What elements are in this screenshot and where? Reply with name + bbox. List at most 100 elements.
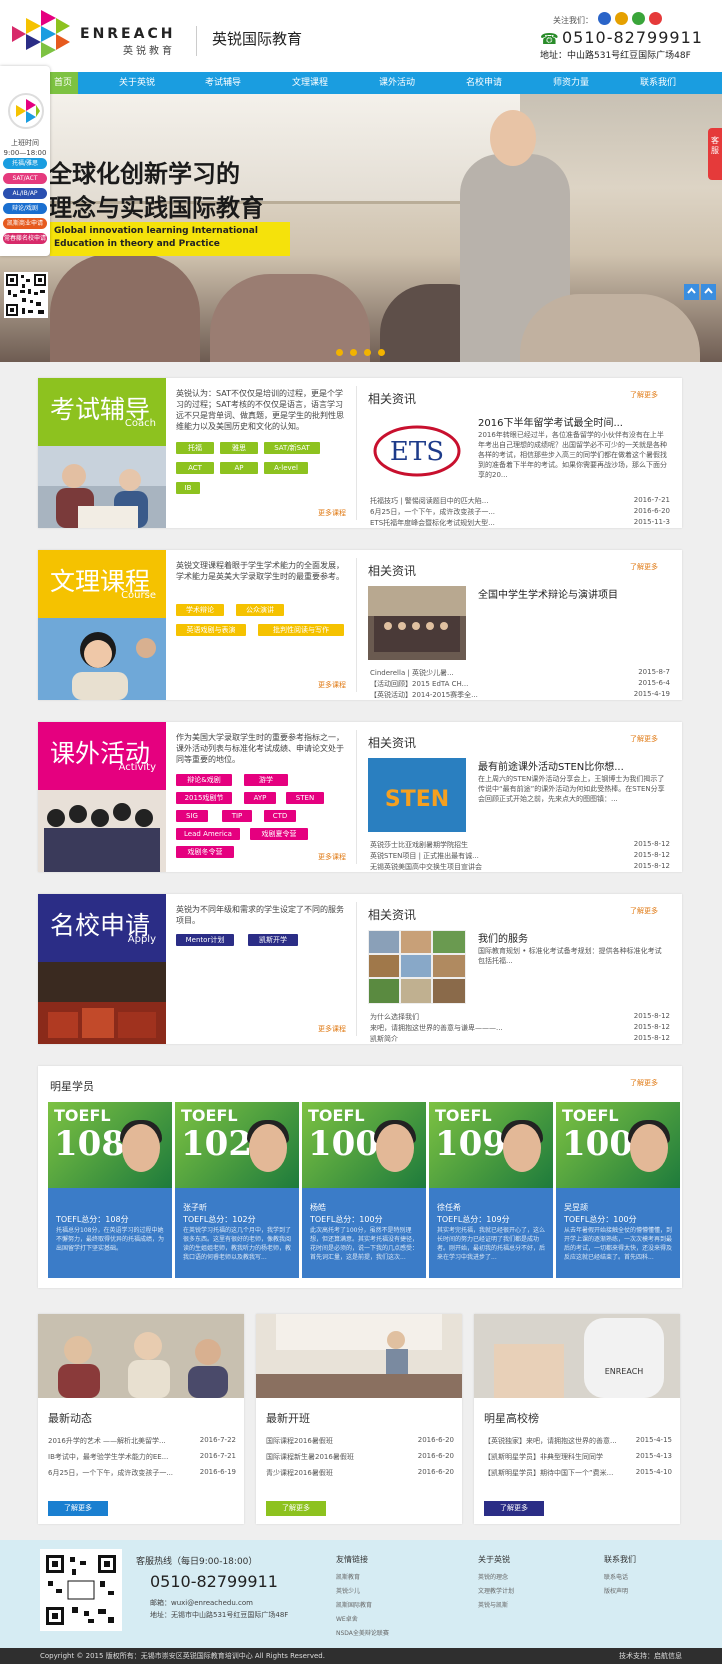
slide-dot[interactable] xyxy=(378,349,385,356)
pill-ivy[interactable]: 常春藤名校申请 xyxy=(3,233,47,244)
footer-link[interactable]: 版权声明 xyxy=(604,1585,636,1599)
footer-link[interactable]: 英锐与凯斯 xyxy=(478,1599,514,1613)
card-activity-banner[interactable]: 课外活动 Activity xyxy=(38,722,166,872)
qq-icon[interactable] xyxy=(598,12,611,25)
more-courses-link[interactable]: 更多课程 xyxy=(318,852,346,862)
enreach-logo[interactable] xyxy=(6,8,76,64)
hero-banner[interactable]: 全球化创新学习的 理念与实践国际教育 Global innovation lea… xyxy=(0,94,722,362)
card-course-banner[interactable]: 文理课程 Course xyxy=(38,550,166,700)
news-image[interactable] xyxy=(368,586,466,660)
student-card[interactable]: TOEFL 100 吴昱颉 TOEFL总分：100分 从去年暑假开始接触全仗的懵… xyxy=(556,1102,680,1278)
news-title[interactable]: 我们的服务 xyxy=(478,930,678,945)
tag-ap[interactable]: AP xyxy=(220,462,258,474)
news-list-item[interactable]: 青少课程2016暑假班 2016-6-20 xyxy=(266,1468,454,1478)
news-list-item[interactable]: 英锐莎士比亚戏剧暑期学院招生 2015-8-12 xyxy=(370,840,670,850)
campus-collage-image[interactable] xyxy=(368,930,466,1004)
student-card[interactable]: TOEFL 108 TOEFL总分：108分 托福总分108分，在英语学习的过程… xyxy=(48,1102,172,1278)
news-list-item[interactable]: 英锐STEN项目 | 正式推出最有诚... 2015-8-12 xyxy=(370,851,670,861)
tag-kaisi[interactable]: 凯斯开学 xyxy=(248,934,298,946)
pill-sat[interactable]: SAT/ACT xyxy=(3,173,47,184)
footer-link[interactable]: 凯斯国际教育 xyxy=(336,1599,389,1613)
news-list-item[interactable]: 托福技巧 | 警惕阅读题目中的匹大陷... 2016-7-21 xyxy=(370,496,670,506)
footer-link[interactable]: 英锐的理念 xyxy=(478,1571,514,1585)
news-list-item[interactable]: 为什么选择我们 2015-8-12 xyxy=(370,1012,670,1022)
news-list-item[interactable]: ETS托福年度峰会暨标化考试规划大型... 2015-11-3 xyxy=(370,518,670,528)
footer-email[interactable]: 邮箱：wuxi@enreachedu.com xyxy=(150,1598,253,1608)
box-photo[interactable]: ENREACH xyxy=(474,1314,680,1398)
pill-toefl[interactable]: 托福/雅思 xyxy=(3,158,47,169)
news-title[interactable]: 全国中学生学术辩论与演讲项目 xyxy=(478,586,678,601)
news-list-item[interactable]: 【英锐活动】2014-2015赛季全... 2015-4-19 xyxy=(370,690,670,700)
tag-mentor[interactable]: Mentor计划 xyxy=(176,934,234,946)
card-exam-banner[interactable]: 考试辅导 Coach xyxy=(38,378,166,528)
ets-logo-image[interactable]: ETS xyxy=(368,414,466,488)
slide-dot[interactable] xyxy=(364,349,371,356)
learn-more-link[interactable]: 了解更多 xyxy=(630,390,658,400)
customer-service-tab[interactable]: 客服 xyxy=(708,128,722,180)
nav-item-teachers[interactable]: 师资力量 xyxy=(531,72,611,94)
tag-winter-camp[interactable]: 戏剧冬令营 xyxy=(176,846,234,858)
tag-ib[interactable]: IB xyxy=(176,482,200,494)
tag-reading[interactable]: 批判性阅读与写作 xyxy=(258,624,344,636)
box-photo[interactable] xyxy=(38,1314,244,1398)
tag-speech[interactable]: 公众演讲 xyxy=(236,604,284,616)
footer-link[interactable]: 凯斯教育 xyxy=(336,1571,389,1585)
student-card[interactable]: TOEFL 102 张子昕 TOEFL总分：102分 在英锐学习托福的这几个月中… xyxy=(175,1102,299,1278)
footer-link[interactable]: NSDA全美辩论联赛 xyxy=(336,1627,389,1641)
pill-business[interactable]: 凯斯商业申请 xyxy=(3,218,47,229)
nav-item-contact[interactable]: 联系我们 xyxy=(618,72,698,94)
box-photo[interactable] xyxy=(256,1314,462,1398)
tag-sten[interactable]: STEN xyxy=(286,792,324,804)
news-list-item[interactable]: 来吧，请拥抱这世界的善意与谦卑———... 2015-8-12 xyxy=(370,1023,670,1033)
wechat-icon[interactable] xyxy=(632,12,645,25)
nav-item-course[interactable]: 文理课程 xyxy=(270,72,350,94)
slide-dot[interactable] xyxy=(350,349,357,356)
news-list-item[interactable]: 6月25日，一个下午，成许改变孩子一... 2016-6-20 xyxy=(370,507,670,517)
news-list-item[interactable]: 国际课程新生暑2016暑假班 2016-6-20 xyxy=(266,1452,454,1462)
news-list-item[interactable]: Cinderella | 英锐少儿暑... 2015-8-7 xyxy=(370,668,670,678)
footer-link[interactable]: 英锐少儿 xyxy=(336,1585,389,1599)
qzone-icon[interactable] xyxy=(615,12,628,25)
tag-sat[interactable]: SAT/新SAT xyxy=(264,442,320,454)
news-list-item[interactable]: 【英锐独家】来吧，请拥抱这世界的善意... 2015-4-15 xyxy=(484,1436,672,1446)
sten-image[interactable]: STEN xyxy=(368,758,466,832)
tag-debate-drama[interactable]: 辩论&戏剧 xyxy=(176,774,232,786)
tag-act[interactable]: ACT xyxy=(176,462,214,474)
weibo-icon[interactable] xyxy=(649,12,662,25)
footer-link[interactable]: WE卓舍 xyxy=(336,1613,389,1627)
pill-al[interactable]: AL/IB/AP xyxy=(3,188,47,199)
float-logo[interactable] xyxy=(8,93,44,129)
learn-more-button[interactable]: 了解更多 xyxy=(484,1501,544,1516)
learn-more-button[interactable]: 了解更多 xyxy=(48,1501,108,1516)
learn-more-link[interactable]: 了解更多 xyxy=(630,562,658,572)
tag-alevel[interactable]: A-level xyxy=(264,462,308,474)
learn-more-link[interactable]: 了解更多 xyxy=(630,734,658,744)
news-list-item[interactable]: 2016升学的艺术 ——解析北美留学... 2016-7-22 xyxy=(48,1436,236,1446)
slide-dot[interactable] xyxy=(336,349,343,356)
news-title[interactable]: 2016下半年留学考试最全时间... xyxy=(478,414,678,429)
news-list-item[interactable]: 【活动回顾】2015 EdTA CH... 2015-6-4 xyxy=(370,679,670,689)
learn-more-link[interactable]: 了解更多 xyxy=(630,1078,658,1088)
news-list-item[interactable]: 无锡英锐美国高中交换生项目宣讲会 2015-8-12 xyxy=(370,862,670,872)
tag-debate[interactable]: 学术辩论 xyxy=(176,604,224,616)
tag-ayp[interactable]: AYP xyxy=(244,792,276,804)
news-list-item[interactable]: IB考试中，最考验学生学术能力的EE... 2016-7-21 xyxy=(48,1452,236,1462)
tag-tip[interactable]: TIP xyxy=(222,810,252,822)
news-list-item[interactable]: 凯斯简介 2015-8-12 xyxy=(370,1034,670,1044)
news-list-item[interactable]: 6月25日，一个下午，成许改变孩子一... 2016-6-19 xyxy=(48,1468,236,1478)
tag-summer-camp[interactable]: 戏剧夏令营 xyxy=(250,828,308,840)
more-courses-link[interactable]: 更多课程 xyxy=(318,1024,346,1034)
back-to-top-icon[interactable] xyxy=(684,284,716,300)
news-list-item[interactable]: 国际课程2016暑假班 2016-6-20 xyxy=(266,1436,454,1446)
learn-more-button[interactable]: 了解更多 xyxy=(266,1501,326,1516)
more-courses-link[interactable]: 更多课程 xyxy=(318,680,346,690)
news-title[interactable]: 最有前途课外活动STEN比你想... xyxy=(478,758,678,773)
nav-item-activity[interactable]: 课外活动 xyxy=(357,72,437,94)
nav-item-home[interactable]: 首页 xyxy=(48,72,78,94)
tag-study-tour[interactable]: 游学 xyxy=(244,774,288,786)
nav-item-exam[interactable]: 考试辅导 xyxy=(183,72,263,94)
nav-item-apply[interactable]: 名校申请 xyxy=(444,72,524,94)
tag-ielts[interactable]: 雅思 xyxy=(220,442,258,454)
footer-link[interactable]: 文理教学计划 xyxy=(478,1585,514,1599)
card-apply-banner[interactable]: 名校申请 Apply xyxy=(38,894,166,1044)
